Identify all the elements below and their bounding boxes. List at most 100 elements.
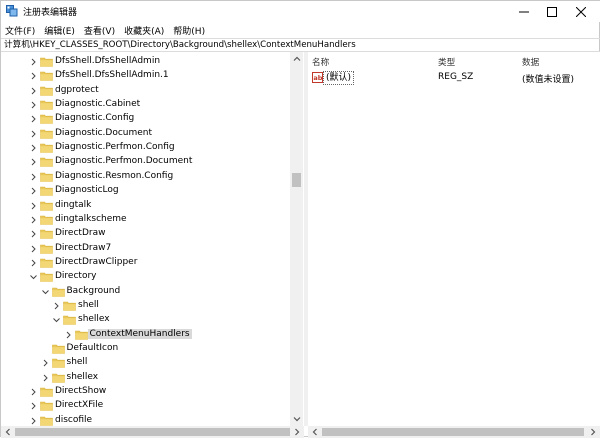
tree-item[interactable]: DirectDraw7 [1,242,290,256]
folder-icon [40,129,53,139]
tree-item[interactable]: DfsShell.DfsShellAdmin [1,55,290,69]
tree-item[interactable]: Diagnostic.Perfmon.Document [1,155,290,169]
tree-item[interactable]: ContextMenuHandlers [1,328,290,342]
chevron-right-icon[interactable] [29,244,38,254]
folder-icon [51,359,65,369]
menu-favorites[interactable]: 收藏夹(A) [124,24,164,37]
menu-help[interactable]: 帮助(H) [173,24,205,37]
chevron-right-icon[interactable] [29,215,38,225]
list-horizontal-scroll-thumb[interactable] [322,428,584,436]
tree-horizontal-scroll-thumb[interactable] [15,428,290,436]
address-bar[interactable]: 计算机\HKEY_CLASSES_ROOT\Directory\Backgrou… [1,38,600,52]
tree-item-label: shellex [78,314,110,325]
close-button[interactable] [567,1,595,22]
chevron-right-icon[interactable] [29,258,38,268]
tree-item[interactable]: DirectXFile [1,399,290,413]
column-header-data[interactable]: 数据 [522,56,539,68]
chevron-right-icon[interactable] [29,201,38,211]
tree-item[interactable]: Diagnostic.Cabinet [1,98,290,112]
tree-item[interactable]: Diagnostic.Document [1,127,290,141]
tree-item[interactable]: Diagnostic.Perfmon.Config [1,141,290,155]
tree-item[interactable]: shell [1,356,290,370]
tree-item-label: ContextMenuHandlers [87,328,192,339]
value-name: (默认) [323,71,355,85]
values-list-pane: 名称 类型 数据 ab (默认) REG_SZ (数值未设置) [308,52,600,426]
tree-item[interactable]: dingtalkscheme [1,213,290,227]
chevron-right-icon[interactable] [29,100,38,110]
chevron-right-icon[interactable] [29,71,38,81]
tree-item[interactable]: dgprotect [1,84,290,98]
chevron-right-icon[interactable] [29,172,38,182]
tree-vertical-scroll-thumb[interactable] [292,173,301,187]
folder-icon [51,344,65,354]
chevron-down-icon[interactable] [52,315,61,325]
tree-item[interactable]: DirectDrawClipper [1,256,290,270]
chevron-down-icon[interactable] [41,287,50,297]
tree-item-label: DirectDrawClipper [55,256,138,267]
column-header-type[interactable]: 类型 [438,56,455,68]
scroll-right-arrow-icon[interactable] [292,427,302,437]
tree-item[interactable]: dingtalk [1,199,290,213]
value-row[interactable]: ab (默认) REG_SZ (数值未设置) [308,71,600,85]
chevron-right-icon[interactable] [29,129,38,139]
chevron-right-icon[interactable] [52,301,61,311]
chevron-right-icon[interactable] [29,157,38,167]
close-icon [576,6,586,17]
chevron-right-icon[interactable] [41,358,50,368]
chevron-right-icon[interactable] [41,373,50,383]
chevron-right-icon[interactable] [64,330,73,340]
folder-icon [40,272,53,283]
chevron-right-icon[interactable] [29,114,38,124]
tree-item[interactable]: Directory [1,270,290,284]
menu-view[interactable]: 查看(V) [84,24,115,37]
column-header-name[interactable]: 名称 [312,56,329,68]
minimize-button[interactable] [510,1,538,22]
tree-item-label: discofile [55,414,93,425]
key-tree-pane: DfsShell.DfsShellAdmin DfsShell.DfsShellA… [1,52,304,426]
tree-item[interactable]: DirectShow [1,385,290,399]
chevron-right-icon[interactable] [29,387,38,397]
tree-item[interactable]: DirectDraw [1,227,290,241]
scroll-left-arrow-icon[interactable] [3,427,13,437]
chevron-right-icon[interactable] [29,57,38,67]
tree-item[interactable]: DiagnosticLog [1,184,290,198]
chevron-right-icon[interactable] [29,186,38,196]
scroll-up-arrow-icon[interactable] [292,54,302,64]
tree-item-label: DirectXFile [55,400,104,411]
chevron-down-icon[interactable] [29,272,38,282]
list-horizontal-scrollbar[interactable] [308,426,600,438]
chevron-right-icon[interactable] [29,416,38,426]
tree-horizontal-scrollbar[interactable] [1,426,304,438]
tree-item-label: dgprotect [55,84,99,95]
maximize-button[interactable] [538,1,566,22]
chevron-right-icon[interactable] [29,401,38,411]
menu-edit[interactable]: 编辑(E) [44,24,75,37]
tree-item-label: Diagnostic.Cabinet [55,99,141,110]
tree-item[interactable]: Diagnostic.Resmon.Config [1,170,290,184]
folder-icon [40,258,53,268]
tree-item-label: DfsShell.DfsShellAdmin.1 [55,70,169,81]
menu-file[interactable]: 文件(F) [5,24,35,37]
scroll-down-arrow-icon[interactable] [292,414,302,424]
folder-icon [40,57,53,67]
tree-item[interactable]: DefaultIcon [1,342,290,356]
tree-item-label: Diagnostic.Perfmon.Config [55,142,175,153]
tree-item[interactable]: shellex [1,371,290,385]
tree-item[interactable]: Background [1,285,290,299]
tree-item[interactable]: shellex [1,313,290,327]
chevron-right-icon[interactable] [29,86,38,96]
minimize-icon [519,11,529,12]
tree-item[interactable]: Diagnostic.Config [1,112,290,126]
value-type: REG_SZ [438,72,474,82]
scroll-right-arrow-icon[interactable] [588,427,598,437]
tree-vertical-scrollbar[interactable] [290,52,303,426]
tree-item[interactable]: discofile [1,414,290,426]
chevron-right-icon[interactable] [29,229,38,239]
scroll-left-arrow-icon[interactable] [310,427,320,437]
tree-item[interactable]: DfsShell.DfsShellAdmin.1 [1,69,290,83]
folder-icon [40,86,53,96]
chevron-right-icon[interactable] [29,143,38,153]
tree-item[interactable]: shell [1,299,290,313]
folder-icon [74,330,88,340]
menu-bar: 文件(F) 编辑(E) 查看(V) 收藏夹(A) 帮助(H) [1,22,600,38]
